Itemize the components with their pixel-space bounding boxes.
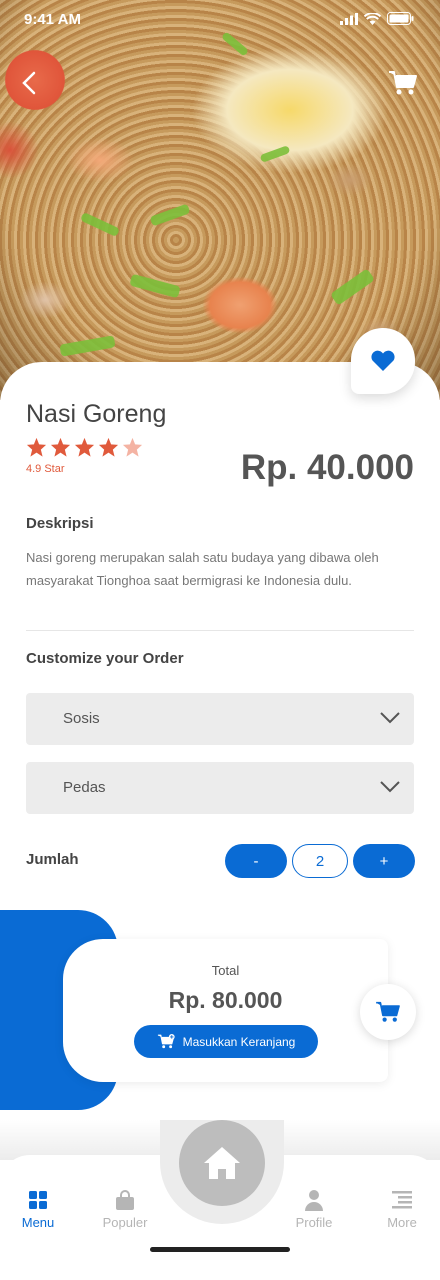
- person-icon: [305, 1190, 323, 1211]
- star-icon: [50, 437, 71, 457]
- option-select-value: Pedas: [63, 779, 106, 796]
- favorite-button[interactable]: [351, 328, 415, 394]
- status-bar: 9:41 AM: [0, 0, 440, 40]
- star-icon: [26, 437, 47, 457]
- add-to-cart-button[interactable]: Masukkan Keranjang: [134, 1025, 318, 1058]
- wifi-icon: [364, 12, 381, 25]
- option-select-value: Sosis: [63, 710, 100, 727]
- battery-icon: [387, 12, 414, 25]
- cart-add-icon: [157, 1034, 175, 1049]
- bag-icon: [116, 1190, 134, 1210]
- nav-item-populer[interactable]: Populer: [90, 1189, 160, 1230]
- product-price: Rp. 40.000: [240, 448, 414, 487]
- cart-icon: [376, 1001, 400, 1022]
- add-to-cart-label: Masukkan Keranjang: [182, 1034, 296, 1049]
- home-button[interactable]: [179, 1120, 265, 1206]
- star-icon: [74, 437, 95, 457]
- cart-button[interactable]: [388, 70, 418, 96]
- signal-icon: [340, 12, 358, 25]
- back-button[interactable]: [18, 70, 42, 96]
- cart-icon: [389, 71, 417, 95]
- nav-item-more[interactable]: More: [367, 1189, 437, 1230]
- floating-cart-button[interactable]: [360, 984, 416, 1040]
- option-select-sosis[interactable]: Sosis: [26, 693, 414, 745]
- nav-label: Profile: [295, 1215, 333, 1230]
- total-label: Total: [211, 963, 240, 978]
- star-icon: [98, 437, 119, 457]
- nav-label: More: [387, 1215, 417, 1230]
- quantity-label: Jumlah: [26, 851, 79, 868]
- star-half-icon: [122, 437, 143, 457]
- decrease-quantity-button[interactable]: -: [225, 844, 287, 878]
- increase-quantity-button[interactable]: +: [353, 844, 415, 878]
- heart-icon: [371, 350, 395, 371]
- home-icon: [204, 1147, 240, 1179]
- option-select-pedas[interactable]: Pedas: [26, 762, 414, 814]
- chevron-left-icon: [22, 71, 36, 95]
- menu-lines-icon: [392, 1191, 412, 1209]
- quantity-value: 2: [292, 844, 348, 878]
- chevron-down-icon: [380, 781, 400, 793]
- customize-title: Customize your Order: [26, 650, 184, 667]
- nav-label: Menu: [21, 1215, 55, 1230]
- total-value: Rp. 80.000: [168, 987, 283, 1013]
- nav-label: Populer: [102, 1215, 148, 1230]
- product-name: Nasi Goreng: [26, 400, 167, 428]
- nav-item-menu[interactable]: Menu: [3, 1189, 73, 1230]
- rating-text: 4.9 Star: [26, 463, 65, 475]
- nav-item-profile[interactable]: Profile: [279, 1189, 349, 1230]
- description-title: Deskripsi: [26, 515, 94, 532]
- chevron-down-icon: [380, 712, 400, 724]
- description-text: Nasi goreng merupakan salah satu budaya …: [26, 550, 379, 588]
- status-time: 9:41 AM: [24, 11, 81, 28]
- total-card: Total Rp. 80.000 Masukkan Keranjang: [63, 939, 388, 1082]
- grid-icon: [29, 1191, 47, 1209]
- star-rating: [26, 437, 143, 457]
- home-indicator: [150, 1247, 290, 1252]
- divider: [26, 630, 414, 631]
